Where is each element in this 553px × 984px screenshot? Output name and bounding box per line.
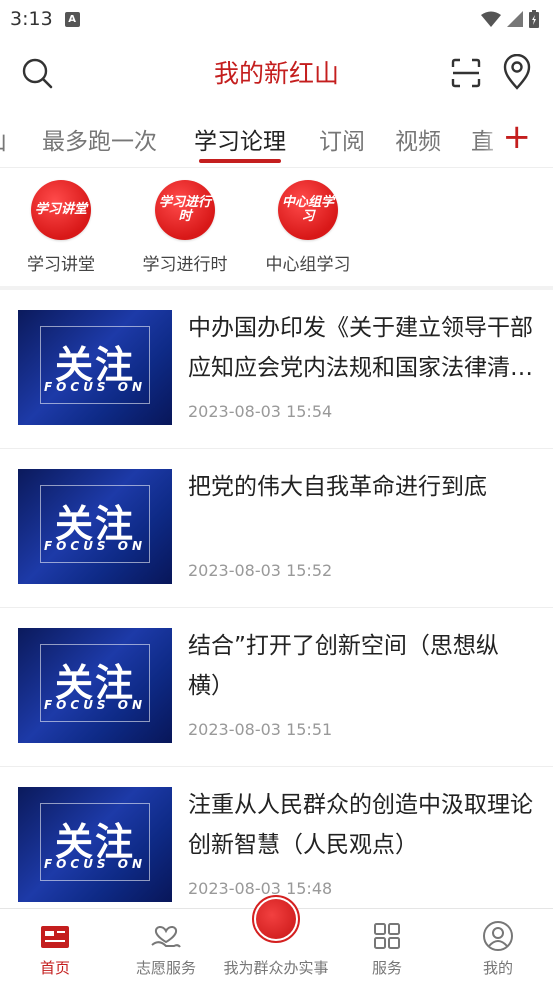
news-item[interactable]: 关注 FOCUS ON 把党的伟大自我革命进行到底 2023-08-03 15:…	[0, 449, 553, 608]
lecture-icon: 学习讲堂	[31, 180, 91, 240]
user-icon	[483, 921, 513, 951]
bottom-nav: 首页 志愿服务 我为群众办实事 服务 我的	[0, 895, 553, 984]
nav-label: 服务	[371, 959, 402, 977]
shortcut-label: 学习进行时	[142, 255, 228, 275]
news-title: 注重从人民群众的创造中汲取理论创新智慧（人民观点）	[188, 792, 533, 858]
shortcut-label: 学习讲堂	[27, 255, 95, 275]
news-title: 把党的伟大自我革命进行到底	[188, 474, 487, 500]
news-time: 2023-08-03 15:52	[188, 561, 333, 580]
study-progress-icon: 学习进行时	[155, 180, 215, 240]
thumbnail-subtitle: FOCUS ON	[43, 857, 146, 871]
active-tab-indicator	[199, 159, 281, 163]
shortcut-xuexijiangtang[interactable]: 学习讲堂 学习讲堂	[1, 180, 121, 275]
nav-label: 志愿服务	[135, 959, 196, 977]
plus-icon: +	[502, 117, 532, 157]
nav-services[interactable]: 服务	[332, 909, 442, 984]
status-bar: 3:13 A	[0, 0, 553, 38]
nav-label: 我的	[482, 959, 513, 977]
news-time: 2023-08-03 15:48	[188, 879, 333, 898]
thumbnail-subtitle: FOCUS ON	[43, 698, 146, 712]
tab-shipin[interactable]: 视频	[395, 122, 441, 156]
scan-icon[interactable]	[449, 56, 483, 90]
nav-label: 我为群众办实事	[223, 959, 329, 977]
nav-home[interactable]: 首页	[0, 909, 110, 984]
news-time: 2023-08-03 15:51	[188, 720, 333, 739]
grid-icon	[374, 923, 400, 949]
wifi-icon	[481, 11, 501, 27]
center-logo-inner	[256, 899, 296, 939]
battery-icon	[529, 10, 539, 28]
thumbnail-subtitle: FOCUS ON	[43, 380, 146, 394]
nav-serve-people[interactable]: 我为群众办实事	[221, 895, 331, 984]
nav-label: 首页	[39, 959, 70, 977]
thumbnail-subtitle: FOCUS ON	[43, 539, 146, 553]
news-thumbnail: 关注 FOCUS ON	[18, 469, 172, 584]
signal-icon	[507, 11, 523, 27]
app-header: 我的新红山	[0, 44, 553, 100]
shortcut-xuexijinxingshi[interactable]: 学习进行时 学习进行时	[125, 180, 245, 275]
news-item[interactable]: 关注 FOCUS ON 中办国办印发《关于建立领导干部应知应会党内法规和国家法律…	[0, 290, 553, 449]
news-item[interactable]: 关注 FOCUS ON 结合”打开了创新空间（思想纵横） 2023-08-03 …	[0, 608, 553, 767]
central-group-icon: 中心组学习	[278, 180, 338, 240]
channel-tabs: 山 最多跑一次 学习论理 订阅 视频 直 +	[0, 108, 553, 168]
news-title: 中办国办印发《关于建立领导干部应知应会党内法规和国家法律清单制度的意见》	[188, 315, 533, 381]
shortcut-label: 中心组学习	[265, 255, 351, 275]
news-thumbnail: 关注 FOCUS ON	[18, 787, 172, 902]
news-thumbnail: 关注 FOCUS ON	[18, 628, 172, 743]
tab-dingyue[interactable]: 订阅	[319, 122, 365, 156]
news-thumbnail: 关注 FOCUS ON	[18, 310, 172, 425]
tab-zuiduopaoyici[interactable]: 最多跑一次	[42, 122, 157, 156]
news-title: 结合”打开了创新空间（思想纵横）	[188, 633, 499, 699]
status-time: 3:13	[10, 8, 53, 30]
tab-xuexilunli[interactable]: 学习论理	[194, 122, 286, 156]
volunteer-icon	[151, 926, 181, 948]
location-icon[interactable]	[500, 54, 534, 90]
add-channel-button[interactable]: +	[483, 108, 553, 166]
shortcut-zhongxinzuxuexi[interactable]: 中心组学习 中心组学习	[248, 180, 368, 275]
nav-volunteer[interactable]: 志愿服务	[111, 909, 221, 984]
shortcut-row: 学习讲堂 学习讲堂 学习进行时 学习进行时 中心组学习 中心组学习	[0, 168, 553, 280]
notification-icon: A	[64, 11, 80, 27]
status-icons	[481, 10, 539, 28]
nav-mine[interactable]: 我的	[443, 909, 553, 984]
home-news-icon	[41, 926, 69, 948]
center-logo-icon	[252, 895, 300, 943]
news-time: 2023-08-03 15:54	[188, 402, 333, 421]
tab-partial-left[interactable]: 山	[0, 122, 7, 156]
